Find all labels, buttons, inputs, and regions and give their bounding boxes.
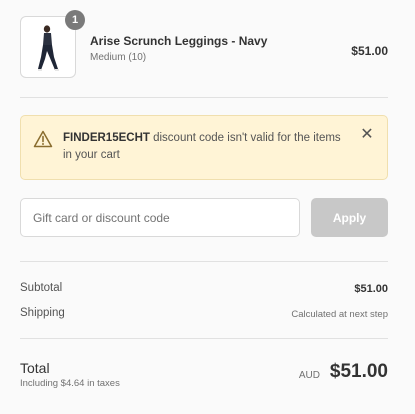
divider bbox=[20, 97, 388, 98]
close-icon[interactable]: ✕ bbox=[359, 127, 375, 143]
apply-button[interactable]: Apply bbox=[311, 198, 388, 237]
divider bbox=[20, 261, 388, 262]
product-name: Arise Scrunch Leggings - Navy bbox=[90, 34, 268, 48]
alert-message: FINDER15ECHT discount code isn't valid f… bbox=[63, 130, 343, 164]
invalid-discount-alert: FINDER15ECHT discount code isn't valid f… bbox=[20, 115, 388, 180]
warning-triangle-icon bbox=[33, 130, 53, 148]
leggings-image-icon bbox=[38, 25, 59, 71]
subtotal-label: Subtotal bbox=[20, 282, 63, 294]
product-price: $51.00 bbox=[351, 44, 388, 58]
product-line-item: 1 Arise Scrunch Leggings - Navy Medium (… bbox=[20, 10, 388, 78]
quantity-badge: 1 bbox=[65, 10, 85, 30]
subtotal-value: $51.00 bbox=[354, 283, 388, 295]
grand-total: $51.00 bbox=[329, 361, 388, 382]
discount-code: FINDER15ECHT bbox=[63, 132, 150, 144]
order-summary: 1 Arise Scrunch Leggings - Navy Medium (… bbox=[0, 0, 415, 414]
shipping-value: Calculated at next step bbox=[291, 309, 388, 320]
tax-note: Including $4.64 in taxes bbox=[20, 378, 120, 389]
currency-code: AUD bbox=[298, 370, 320, 381]
product-variant: Medium (10) bbox=[90, 52, 147, 63]
discount-code-input[interactable] bbox=[20, 198, 300, 237]
shipping-label: Shipping bbox=[20, 307, 65, 319]
total-label: Total bbox=[20, 360, 50, 376]
divider bbox=[20, 338, 388, 339]
